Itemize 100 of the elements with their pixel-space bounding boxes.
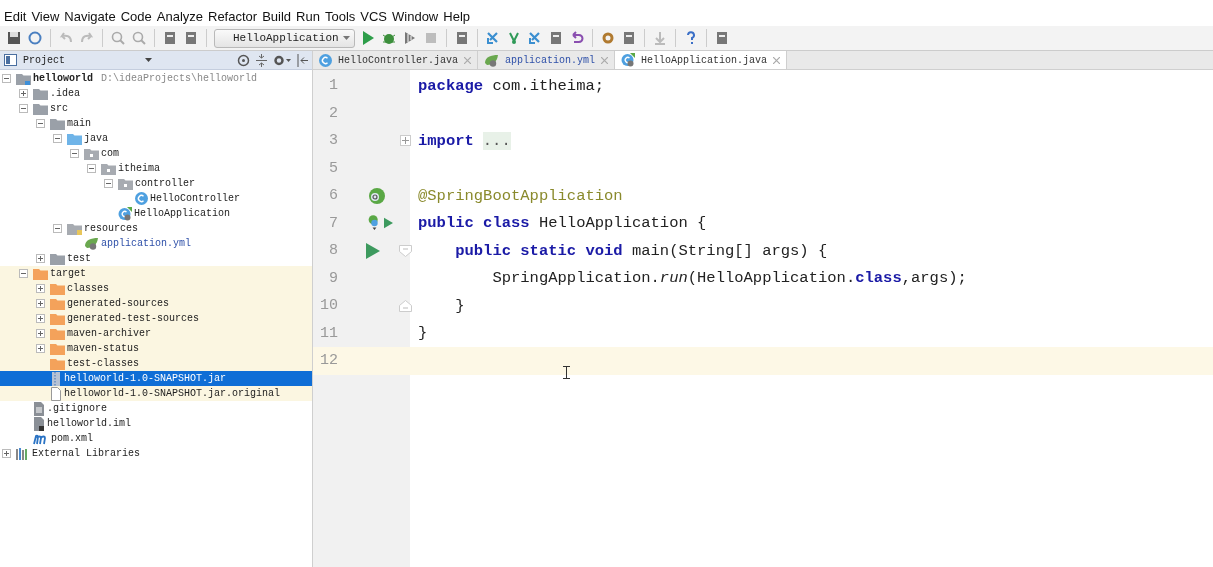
- line-number: 12: [319, 352, 338, 370]
- code-line: public static void main(String[] args) {: [454, 241, 828, 260]
- run-configuration-dropdown[interactable]: HelloApplication: [214, 28, 355, 48]
- line-number: 11: [319, 324, 338, 342]
- hide-panel-icon[interactable]: [297, 53, 308, 67]
- line-number: 6: [328, 187, 338, 205]
- tree-item[interactable]: HelloController: [0, 191, 312, 206]
- tree-item[interactable]: generated-sources: [0, 296, 312, 311]
- tree-item[interactable]: java: [0, 131, 312, 146]
- archive-icon: [50, 371, 62, 386]
- menu-item[interactable]: Refactor: [208, 9, 258, 24]
- view-dropdown[interactable]: Project: [23, 54, 152, 66]
- tree-item[interactable]: helloworld.iml: [0, 416, 312, 431]
- collapse-toggle[interactable]: [19, 104, 28, 113]
- maven-icon: [33, 432, 49, 445]
- menu-item[interactable]: Help: [443, 9, 470, 24]
- tree-item[interactable]: test: [0, 251, 312, 266]
- code-line: }: [418, 324, 428, 343]
- menu-item[interactable]: Navigate: [64, 9, 116, 24]
- bean-icon[interactable]: [368, 186, 386, 205]
- text-cursor-icon: [563, 366, 570, 379]
- menu-item[interactable]: Edit: [4, 9, 27, 24]
- menu-item[interactable]: Tools: [324, 9, 356, 24]
- tree-item[interactable]: com: [0, 146, 312, 161]
- expand-toggle[interactable]: [36, 284, 45, 293]
- tree-item[interactable]: helloworld-1.0-SNAPSHOT.jar.original: [0, 386, 312, 401]
- caret-icon: [342, 36, 350, 40]
- tree-item[interactable]: controller: [0, 176, 312, 191]
- text-file-icon: [33, 401, 45, 416]
- menu-item[interactable]: Window: [392, 9, 439, 24]
- tree-item[interactable]: classes: [0, 281, 312, 296]
- tree-item[interactable]: maven-status: [0, 341, 312, 356]
- module-path: D:\ideaProjects\helloworld: [101, 73, 258, 84]
- spring-class-icon: [621, 53, 636, 67]
- target-icon[interactable]: [237, 53, 250, 67]
- search-icon[interactable]: [110, 30, 126, 46]
- menu-item[interactable]: Code: [120, 9, 152, 24]
- menu-item[interactable]: Analyze: [156, 9, 203, 24]
- tree-item[interactable]: itheima: [0, 161, 312, 176]
- menu-item[interactable]: View: [31, 9, 60, 24]
- tree-item[interactable]: .idea: [0, 86, 312, 101]
- module-file-icon: [33, 416, 45, 431]
- leaf-icon: [484, 53, 500, 67]
- line-number: 10: [319, 297, 338, 315]
- class-icon: [135, 192, 148, 205]
- editor-tab[interactable]: HelloController.java: [313, 51, 479, 69]
- line-number: 9: [328, 269, 338, 287]
- editor-tab[interactable]: HelloApplication.java: [615, 51, 788, 69]
- caret-icon: [145, 58, 152, 62]
- expand-toggle[interactable]: [2, 449, 11, 458]
- expand-toggle[interactable]: [36, 299, 45, 308]
- collapse-toggle[interactable]: [19, 269, 28, 278]
- menu-item[interactable]: Build: [262, 9, 292, 24]
- find-usages-icon[interactable]: [131, 30, 147, 46]
- expand-toggle[interactable]: [36, 329, 45, 338]
- line-number: 8: [328, 242, 338, 260]
- code-line: import ...: [418, 131, 511, 150]
- tree-item[interactable]: HelloApplication: [0, 206, 312, 221]
- tree-item[interactable]: target: [0, 266, 312, 281]
- tree-item[interactable]: helloworld-1.0-SNAPSHOT.jar: [0, 371, 312, 386]
- code-line: package com.itheima;: [418, 76, 605, 95]
- line-number: 2: [328, 104, 338, 122]
- collapse-toggle[interactable]: [70, 149, 79, 158]
- expand-toggle[interactable]: [36, 314, 45, 323]
- expand-toggle[interactable]: [36, 254, 45, 263]
- library-icon: [16, 447, 30, 460]
- tree-item[interactable]: test-classes: [0, 356, 312, 371]
- collapse-toggle[interactable]: [53, 224, 62, 233]
- close-icon[interactable]: [773, 56, 781, 64]
- save-icon[interactable]: [6, 30, 22, 46]
- collapse-toggle[interactable]: [53, 134, 62, 143]
- collapse-toggle[interactable]: [36, 119, 45, 128]
- code-line: public class HelloApplication {: [418, 214, 707, 233]
- tree-item[interactable]: main: [0, 116, 312, 131]
- code-line: SpringApplication.run(HelloApplication.class,args);: [491, 269, 967, 288]
- line-number: 5: [328, 159, 338, 177]
- tree-item[interactable]: generated-test-sources: [0, 311, 312, 326]
- collapse-toggle[interactable]: [2, 74, 11, 83]
- update-icon[interactable]: [484, 30, 501, 46]
- tree-item[interactable]: src: [0, 101, 312, 116]
- tree-item[interactable]: maven-archiver: [0, 326, 312, 341]
- tree-item[interactable]: resources: [0, 221, 312, 236]
- tree-item[interactable]: External Libraries: [0, 446, 312, 461]
- collapse-toggle[interactable]: [87, 164, 96, 173]
- run-icon[interactable]: [366, 242, 380, 259]
- tree-item[interactable]: .gitignore: [0, 401, 312, 416]
- collapse-icon[interactable]: [256, 53, 267, 67]
- expand-toggle[interactable]: [36, 344, 45, 353]
- merge-icon[interactable]: [526, 30, 543, 46]
- expand-toggle[interactable]: [19, 89, 28, 98]
- menu-item[interactable]: Run: [296, 9, 320, 24]
- menu-item[interactable]: VCS: [360, 9, 387, 24]
- code-line: }: [454, 296, 465, 315]
- leaf-icon: [84, 237, 99, 250]
- tree-item[interactable]: application.yml: [0, 236, 312, 251]
- settings-icon[interactable]: [273, 53, 291, 67]
- tree-item[interactable]: pom.xml: [0, 431, 312, 446]
- collapse-toggle[interactable]: [104, 179, 113, 188]
- expand-fold-icon[interactable]: [400, 135, 411, 147]
- tree-item[interactable]: helloworld D:\ideaProjects\helloworld: [0, 71, 312, 86]
